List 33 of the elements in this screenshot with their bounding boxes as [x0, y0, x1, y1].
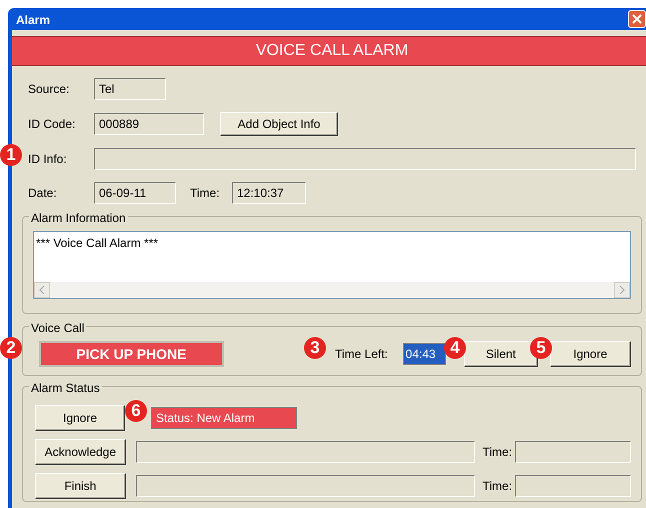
pick-up-phone-banner: PICK UP PHONE: [39, 341, 224, 367]
field-label: ID Code:: [28, 116, 76, 133]
text-field[interactable]: [515, 441, 631, 463]
button[interactable]: Add Object Info: [220, 112, 338, 136]
button[interactable]: Acknowledge: [35, 439, 126, 465]
field-label: Time:: [482, 444, 514, 461]
text-field[interactable]: 06-09-11: [94, 182, 176, 204]
text-field[interactable]: [136, 441, 475, 463]
callout-badge: 1: [0, 144, 22, 166]
field-label: ID Info:: [28, 151, 68, 168]
field-label: Date:: [28, 185, 58, 202]
field-label: Source:: [28, 81, 70, 98]
text-area[interactable]: *** Voice Call Alarm ***: [33, 231, 631, 299]
text-field[interactable]: Tel: [94, 78, 166, 100]
text-field[interactable]: 12:10:37: [232, 182, 306, 204]
time-left-field: 04:43: [402, 343, 446, 365]
alarm-banner: VOICE CALL ALARM: [12, 36, 646, 66]
button[interactable]: Finish: [35, 473, 126, 499]
text-field[interactable]: [515, 475, 631, 497]
window-title: Alarm: [16, 12, 50, 29]
text-field[interactable]: [94, 148, 636, 170]
callout-badge: 2: [0, 337, 22, 359]
button[interactable]: Silent: [464, 341, 538, 367]
close-icon[interactable]: [628, 10, 646, 28]
text-field[interactable]: [136, 475, 475, 497]
field-label: Time:: [482, 478, 514, 495]
field-label: Time:: [190, 185, 221, 202]
text-field[interactable]: 000889: [94, 113, 204, 135]
status-field: Status: New Alarm: [151, 407, 297, 429]
button[interactable]: Ignore: [35, 405, 125, 431]
button[interactable]: Ignore: [550, 341, 631, 367]
alarm-text: *** Voice Call Alarm ***: [35, 235, 160, 252]
field-label: Time Left:: [334, 346, 389, 363]
